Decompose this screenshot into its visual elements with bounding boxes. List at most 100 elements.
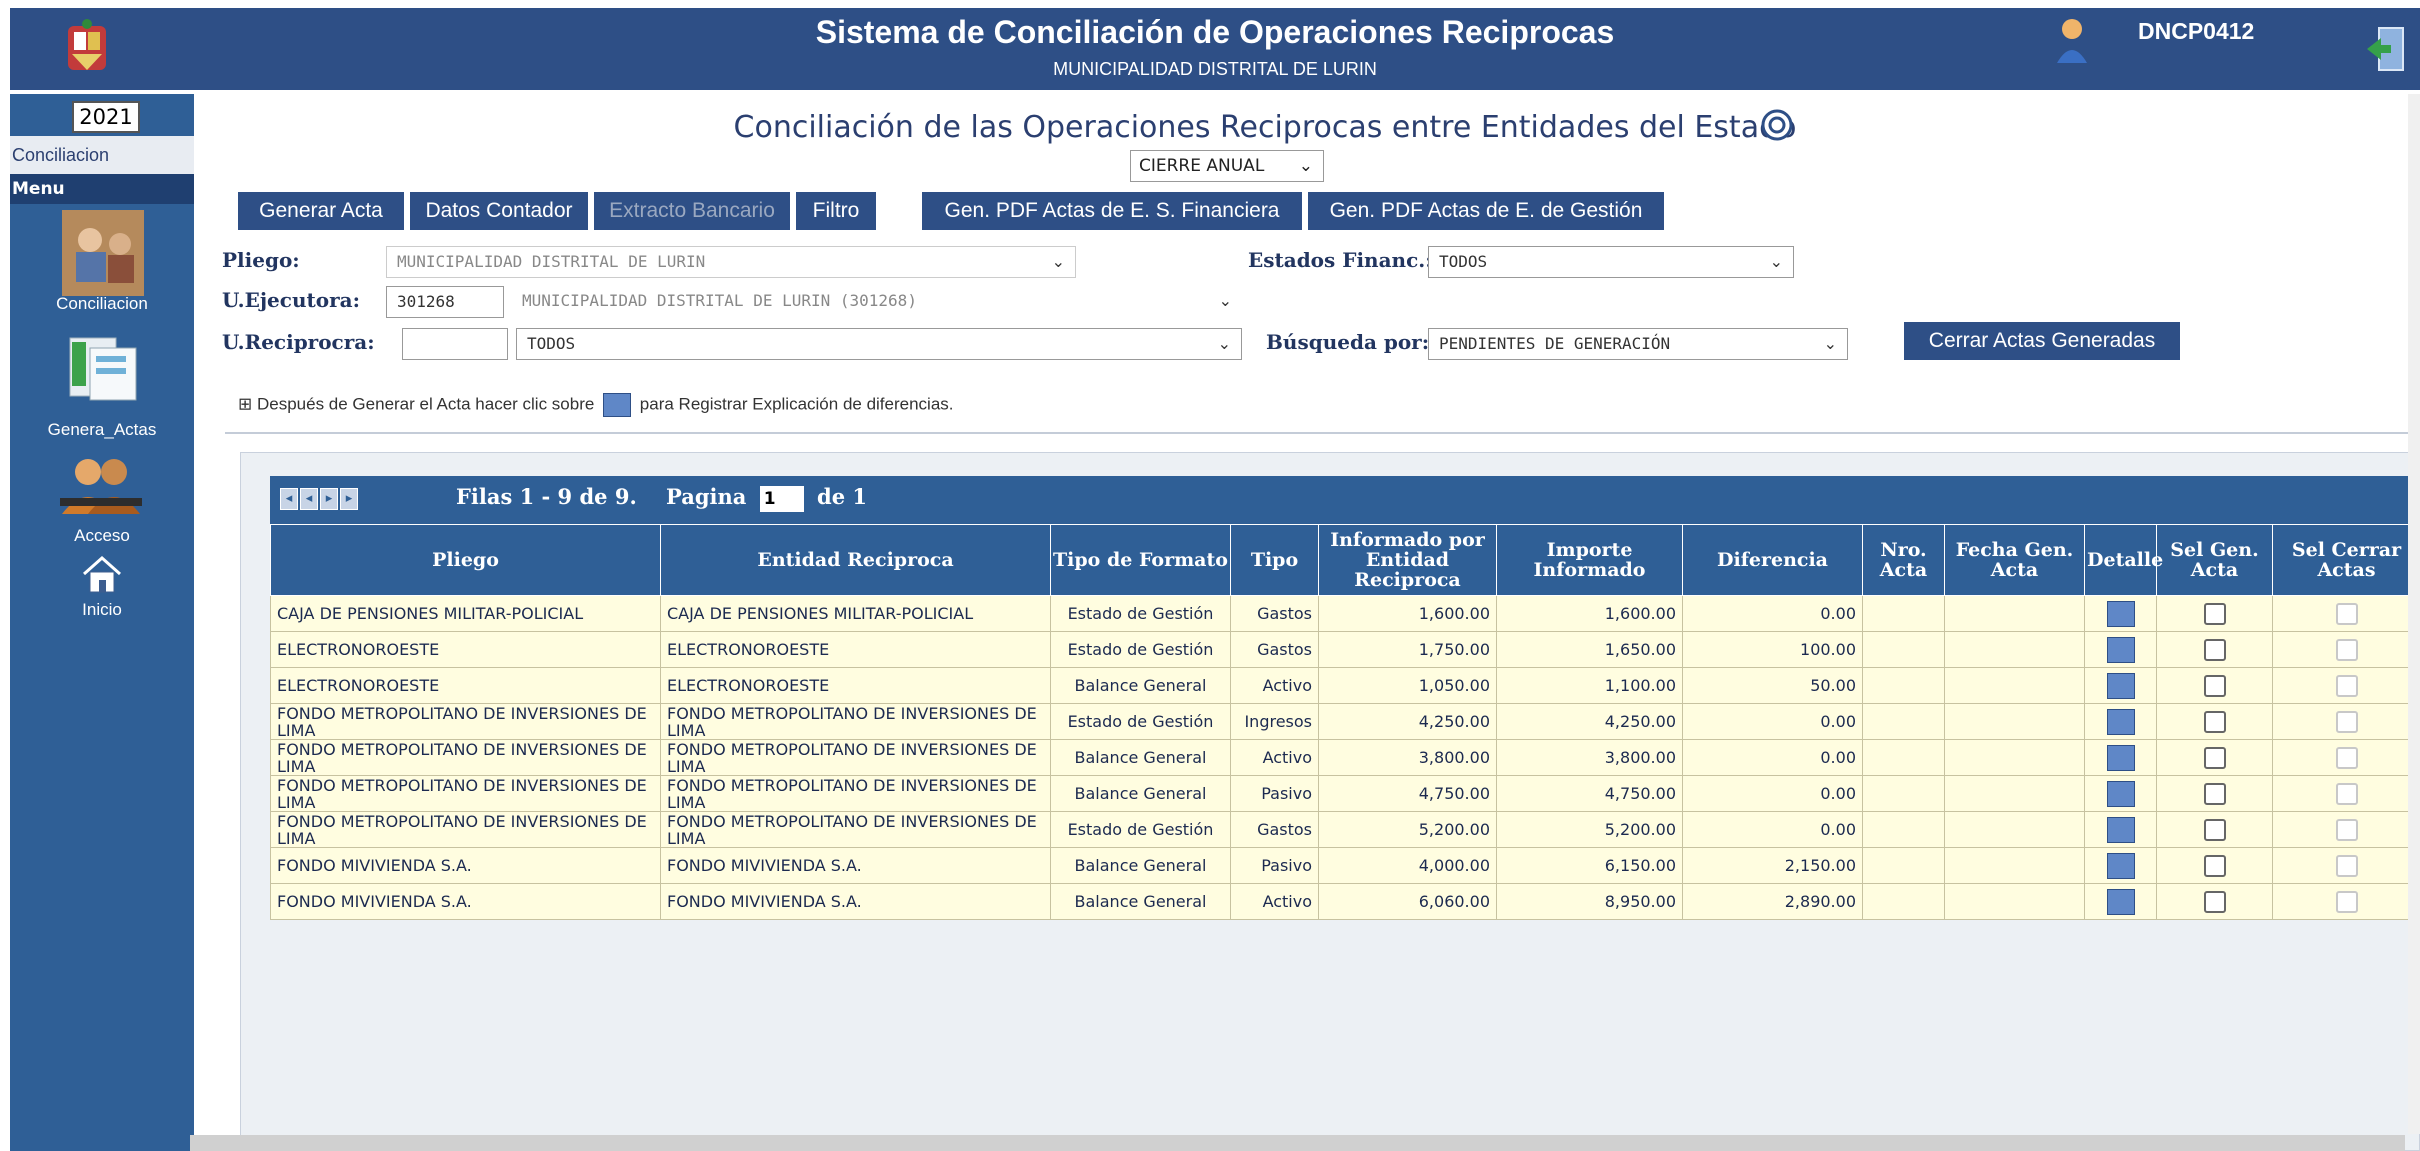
page-total: de 1 [817, 484, 867, 509]
column-header[interactable]: Pliego [270, 524, 661, 596]
ejecutora-select[interactable]: MUNICIPALIDAD DISTRITAL DE LURIN (301268… [512, 286, 1242, 318]
estados-select[interactable]: TODOS ⌄ [1428, 246, 1794, 278]
column-header[interactable]: Tipo [1230, 524, 1319, 596]
period-select[interactable]: CIERRE ANUAL ⌄ [1130, 150, 1324, 182]
cell-tipo: Pasivo [1230, 847, 1319, 884]
table-row[interactable]: FONDO METROPOLITANO DE INVERSIONES DE LI… [270, 739, 2420, 776]
column-header[interactable]: Sel Cerrar Actas [2272, 524, 2420, 596]
column-header[interactable]: Entidad Reciproca [660, 524, 1051, 596]
detail-table-icon[interactable] [2106, 816, 2135, 843]
sel-cerrar-actas-checkbox[interactable] [2335, 674, 2358, 697]
detail-table-icon[interactable] [2106, 852, 2135, 879]
cell-sel-gen-acta [2156, 775, 2273, 812]
sel-gen-acta-checkbox[interactable] [2203, 782, 2226, 805]
genera-actas-icon[interactable] [64, 334, 142, 404]
detail-table-icon[interactable] [2106, 600, 2135, 627]
sel-gen-acta-checkbox[interactable] [2203, 854, 2226, 877]
cell-nro-acta [1862, 883, 1945, 920]
sel-gen-acta-checkbox[interactable] [2203, 602, 2226, 625]
cell-pliego: FONDO METROPOLITANO DE INVERSIONES DE LI… [270, 739, 661, 776]
detail-table-icon[interactable] [2106, 636, 2135, 663]
rows-info: Filas 1 - 9 de 9. [456, 484, 637, 509]
home-icon[interactable] [80, 554, 124, 594]
cell-entidad: ELECTRONOROESTE [660, 667, 1051, 704]
detail-table-icon[interactable] [2106, 744, 2135, 771]
sidebar-item-acceso[interactable]: Acceso [10, 526, 194, 546]
column-header[interactable]: Importe Informado [1496, 524, 1683, 596]
sel-cerrar-actas-checkbox[interactable] [2335, 638, 2358, 661]
username-label: DNCP0412 [2138, 18, 2255, 44]
busqueda-select[interactable]: PENDIENTES DE GENERACIÓN ⌄ [1428, 328, 1848, 360]
cell-formato: Balance General [1050, 667, 1231, 704]
reciproca-code-field[interactable] [402, 328, 508, 360]
reciproca-select[interactable]: TODOS ⌄ [516, 328, 1242, 360]
ejecutora-code-field[interactable]: 301268 [386, 286, 504, 318]
column-header[interactable]: Tipo de Formato [1050, 524, 1231, 596]
column-header[interactable]: Detalle [2084, 524, 2163, 596]
horizontal-scrollbar[interactable] [190, 1135, 2405, 1151]
chevron-down-icon: ⌄ [1051, 252, 1065, 271]
next-page-icon[interactable]: ▸ [320, 488, 338, 510]
top-header-bar: Sistema de Conciliación de Operaciones R… [10, 8, 2420, 90]
sel-gen-acta-checkbox[interactable] [2203, 674, 2226, 697]
table-row[interactable]: ELECTRONOROESTE ELECTRONOROESTE Estado de … [270, 631, 2420, 668]
table-row[interactable]: FONDO MIVIVIENDA S.A. FONDO MIVIVIENDA S.… [270, 847, 2420, 884]
cell-pliego: FONDO METROPOLITANO DE INVERSIONES DE LI… [270, 775, 661, 812]
page-number-input[interactable]: 1 [759, 485, 804, 512]
generar-acta-button[interactable]: Generar Acta [238, 192, 404, 230]
cell-sel-gen-acta [2156, 811, 2273, 848]
table-row[interactable]: FONDO METROPOLITANO DE INVERSIONES DE LI… [270, 703, 2420, 740]
first-page-icon[interactable]: ◂ [280, 488, 298, 510]
sel-gen-acta-checkbox[interactable] [2203, 890, 2226, 913]
logout-icon[interactable] [2365, 26, 2405, 72]
sel-cerrar-actas-checkbox[interactable] [2335, 602, 2358, 625]
conciliacion-photo-icon[interactable] [62, 210, 144, 296]
sidebar-item-genera-actas[interactable]: Genera_Actas [10, 420, 194, 440]
sel-gen-acta-checkbox[interactable] [2203, 638, 2226, 661]
column-header[interactable]: Diferencia [1682, 524, 1863, 596]
detail-table-icon[interactable] [2106, 780, 2135, 807]
hint-text-before: Después de Generar el Acta hacer clic so… [256, 394, 595, 414]
sel-cerrar-actas-checkbox[interactable] [2335, 818, 2358, 841]
cerrar-actas-button[interactable]: Cerrar Actas Generadas [1904, 322, 2180, 360]
vertical-scrollbar[interactable] [2408, 94, 2420, 1134]
extracto-bancario-button[interactable]: Extracto Bancario [594, 192, 790, 230]
sel-gen-acta-checkbox[interactable] [2203, 746, 2226, 769]
detail-table-icon[interactable] [2106, 672, 2135, 699]
sel-cerrar-actas-checkbox[interactable] [2335, 746, 2358, 769]
table-row[interactable]: FONDO METROPOLITANO DE INVERSIONES DE LI… [270, 811, 2420, 848]
sidebar-item-conciliacion[interactable]: Conciliacion [10, 294, 194, 314]
pdf-financiera-button[interactable]: Gen. PDF Actas de E. S. Financiera [922, 192, 1302, 230]
table-row[interactable]: FONDO METROPOLITANO DE INVERSIONES DE LI… [270, 775, 2420, 812]
detail-table-icon[interactable] [2106, 708, 2135, 735]
cell-sel-cerrar-actas [2272, 667, 2420, 704]
pdf-gestion-button[interactable]: Gen. PDF Actas de E. de Gestión [1308, 192, 1664, 230]
table-row[interactable]: FONDO MIVIVIENDA S.A. FONDO MIVIVIENDA S.… [270, 883, 2420, 920]
acceso-people-icon[interactable] [56, 454, 146, 516]
sel-gen-acta-checkbox[interactable] [2203, 710, 2226, 733]
filtro-button[interactable]: Filtro [796, 192, 876, 230]
column-header[interactable]: Nro. Acta [1862, 524, 1945, 596]
sel-cerrar-actas-checkbox[interactable] [2335, 854, 2358, 877]
refresh-icon[interactable] [1760, 108, 1794, 142]
cell-entidad: FONDO MIVIVIENDA S.A. [660, 847, 1051, 884]
sel-cerrar-actas-checkbox[interactable] [2335, 710, 2358, 733]
cell-fecha-gen [1944, 811, 2085, 848]
prev-page-icon[interactable]: ◂ [300, 488, 318, 510]
cell-sel-gen-acta [2156, 739, 2273, 776]
table-row[interactable]: ELECTRONOROESTE ELECTRONOROESTE Balance Ge… [270, 667, 2420, 704]
cell-formato: Estado de Gestión [1050, 703, 1231, 740]
pliego-select[interactable]: MUNICIPALIDAD DISTRITAL DE LURIN ⌄ [386, 246, 1076, 278]
datos-contador-button[interactable]: Datos Contador [410, 192, 588, 230]
sel-gen-acta-checkbox[interactable] [2203, 818, 2226, 841]
column-header[interactable]: Informado por Entidad Reciproca [1318, 524, 1497, 596]
detail-table-icon[interactable] [2106, 888, 2135, 915]
sel-cerrar-actas-checkbox[interactable] [2335, 782, 2358, 805]
sel-cerrar-actas-checkbox[interactable] [2335, 890, 2358, 913]
table-row[interactable]: CAJA DE PENSIONES MILITAR-POLICIAL CAJA D… [270, 595, 2420, 632]
cell-formato: Estado de Gestión [1050, 595, 1231, 632]
last-page-icon[interactable]: ▸ [340, 488, 358, 510]
column-header[interactable]: Fecha Gen. Acta [1944, 524, 2085, 596]
column-header[interactable]: Sel Gen. Acta [2156, 524, 2273, 596]
sidebar-item-inicio[interactable]: Inicio [10, 600, 194, 620]
